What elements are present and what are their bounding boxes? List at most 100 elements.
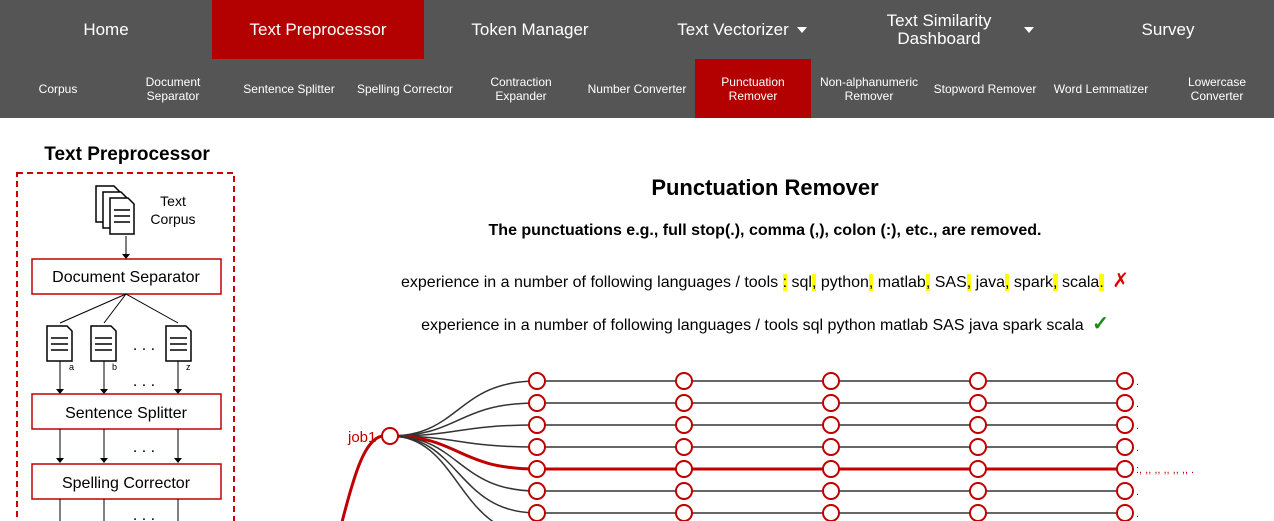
graph-node[interactable] bbox=[822, 372, 840, 390]
punctuation-highlight: , bbox=[925, 274, 931, 291]
graph-node[interactable] bbox=[822, 482, 840, 500]
graph-node[interactable] bbox=[969, 460, 987, 478]
subnav-label: Spelling Corrector bbox=[356, 81, 454, 96]
tab-text-vectorizer[interactable]: Text Vectorizer bbox=[636, 0, 848, 59]
graph-node[interactable] bbox=[822, 394, 840, 412]
subnav-label: Stopword Remover bbox=[933, 81, 1037, 96]
root-node-label: job1 bbox=[347, 429, 376, 446]
graph-node[interactable] bbox=[822, 416, 840, 434]
subnav-item-lowercase-converter[interactable]: Lowercase Converter bbox=[1159, 59, 1274, 118]
subnav-label: Document Separator bbox=[145, 74, 201, 103]
example-word: spark bbox=[1013, 274, 1054, 291]
subnav-item-sentence-splitter[interactable]: Sentence Splitter bbox=[231, 59, 347, 118]
punctuation-highlight: . bbox=[1099, 274, 1104, 291]
graph-node[interactable] bbox=[1116, 372, 1134, 390]
graph-node[interactable] bbox=[528, 372, 546, 390]
graph-node[interactable] bbox=[675, 460, 693, 478]
graph-row-end-label: :, ,, ,, ,, ,, ,, . bbox=[1136, 464, 1194, 476]
chevron-down-icon bbox=[796, 26, 807, 33]
subnav-item-spelling-corrector[interactable]: Spelling Corrector bbox=[347, 59, 463, 118]
subnav-item-corpus[interactable]: Corpus bbox=[0, 59, 116, 118]
graph-node[interactable] bbox=[969, 438, 987, 456]
graph-node[interactable] bbox=[1116, 438, 1134, 456]
graph-edge bbox=[389, 435, 538, 492]
graph-row-end-label: . bbox=[1136, 376, 1139, 388]
graph-node[interactable] bbox=[1116, 482, 1134, 500]
graph-node[interactable] bbox=[675, 504, 693, 521]
graph-root-node[interactable] bbox=[381, 427, 399, 445]
tab-text-preprocessor-label: Text Preprocessor bbox=[249, 19, 387, 39]
tab-text-similarity-dashboard[interactable]: Text Similarity Dashboard bbox=[848, 0, 1060, 59]
tab-token-manager[interactable]: Token Manager bbox=[424, 0, 636, 59]
punctuation-highlight: , bbox=[966, 274, 972, 291]
tab-text-preprocessor[interactable]: Text Preprocessor bbox=[212, 0, 424, 59]
subnav-item-word-lemmatizer[interactable]: Word Lemmatizer bbox=[1043, 59, 1159, 118]
graph-node[interactable] bbox=[822, 438, 840, 456]
tab-survey-label: Survey bbox=[1141, 19, 1195, 39]
graph-node[interactable] bbox=[675, 438, 693, 456]
subnav-item-number-converter[interactable]: Number Converter bbox=[579, 59, 695, 118]
graph-node[interactable] bbox=[675, 482, 693, 500]
graph-node[interactable] bbox=[969, 482, 987, 500]
punctuation-highlight: , bbox=[811, 274, 817, 291]
subnav-label: Punctuation Remover bbox=[721, 74, 785, 103]
tab-survey[interactable]: Survey bbox=[1062, 0, 1274, 59]
subnav-item-non-alphanumeric-remover[interactable]: Non-alphanumeric Remover bbox=[811, 59, 927, 118]
graph-row-end-label: . bbox=[1136, 398, 1139, 410]
punctuation-highlight: , bbox=[1005, 274, 1010, 291]
sub-navigation: Corpus Document Separator Sentence Split… bbox=[0, 59, 1274, 118]
check-icon: ✓ bbox=[1092, 313, 1109, 335]
step-label-document-separator: Document Separator bbox=[52, 269, 200, 286]
graph-node[interactable] bbox=[1116, 394, 1134, 412]
punctuation-highlight: : bbox=[782, 274, 788, 291]
graph-node[interactable] bbox=[969, 372, 987, 390]
graph-node[interactable] bbox=[969, 394, 987, 412]
subnav-item-punctuation-remover[interactable]: Punctuation Remover bbox=[695, 59, 811, 118]
doc-label-a: a bbox=[69, 362, 74, 372]
graph-node[interactable] bbox=[1116, 460, 1134, 478]
example-text: experience in a number of following lang… bbox=[401, 274, 779, 291]
step-label-spelling-corrector: Spelling Corrector bbox=[62, 475, 191, 492]
tab-home-label: Home bbox=[83, 19, 129, 39]
ellipsis: . . . bbox=[133, 507, 155, 521]
punctuation-highlight: , bbox=[1053, 274, 1058, 291]
cross-icon: ✗ bbox=[1112, 270, 1129, 292]
top-navigation: Home Text Preprocessor Token Manager Tex… bbox=[0, 0, 1274, 59]
graph-row-end-label: . bbox=[1136, 420, 1139, 432]
graph-node[interactable] bbox=[528, 460, 546, 478]
example-before: experience in a number of following lang… bbox=[250, 268, 1274, 293]
graph-node[interactable] bbox=[528, 394, 546, 412]
graph-edge bbox=[389, 435, 538, 514]
document-icon bbox=[90, 325, 117, 362]
subnav-label: Lowercase Converter bbox=[1187, 74, 1247, 103]
graph-edge bbox=[389, 380, 538, 437]
graph-node[interactable] bbox=[969, 416, 987, 434]
graph-node[interactable] bbox=[675, 416, 693, 434]
graph-node[interactable] bbox=[822, 504, 840, 521]
graph-node[interactable] bbox=[675, 394, 693, 412]
punctuation-highlight: , bbox=[868, 274, 874, 291]
subnav-item-document-separator[interactable]: Document Separator bbox=[115, 59, 231, 118]
subnav-label: Non-alphanumeric Remover bbox=[819, 74, 919, 103]
graph-row-end-label: . bbox=[1136, 486, 1139, 498]
page-title: Punctuation Remover bbox=[651, 175, 879, 200]
example-word: python bbox=[820, 274, 869, 291]
subnav-item-contraction-expander[interactable]: Contraction Expander bbox=[463, 59, 579, 118]
graph-node[interactable] bbox=[675, 372, 693, 390]
graph-node[interactable] bbox=[1116, 504, 1134, 521]
punctuation-tree-graph: ....:, ,, ,, ,, ,, ,, ... job1 bbox=[340, 372, 1194, 521]
graph-node[interactable] bbox=[528, 438, 546, 456]
flow-svg: Text Corpus Document Separator . . . a b… bbox=[16, 172, 235, 521]
graph-entry-edge bbox=[340, 434, 383, 521]
document-stack-icon bbox=[95, 185, 135, 235]
graph-node[interactable] bbox=[969, 504, 987, 521]
tab-home[interactable]: Home bbox=[0, 0, 212, 59]
graph-node[interactable] bbox=[528, 482, 546, 500]
graph-node[interactable] bbox=[822, 460, 840, 478]
ellipsis: . . . bbox=[133, 439, 155, 456]
graph-node[interactable] bbox=[1116, 416, 1134, 434]
subnav-item-stopword-remover[interactable]: Stopword Remover bbox=[927, 59, 1043, 118]
graph-node[interactable] bbox=[528, 504, 546, 521]
graph-node[interactable] bbox=[528, 416, 546, 434]
corpus-label-line1: Text bbox=[160, 193, 186, 209]
